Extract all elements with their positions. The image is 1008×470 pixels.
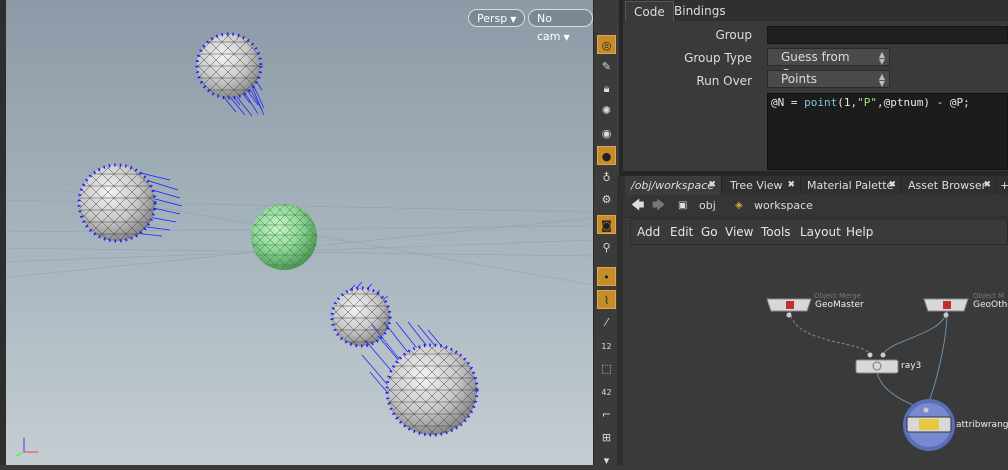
close-icon[interactable]: ✖ <box>708 176 716 195</box>
points-icon[interactable]: • <box>597 267 616 286</box>
group-type-label: Group Type <box>684 51 752 65</box>
code-token: ,@ptnum) - @P; <box>877 96 970 109</box>
tab-material-palette[interactable]: Material Palette ✖ <box>801 176 902 195</box>
close-icon[interactable]: ✖ <box>888 176 896 195</box>
vex-code-editor[interactable]: @N = point(1,"P",@ptnum) - @P; <box>767 93 1008 170</box>
sphere-left <box>77 163 183 243</box>
axis-gizmo <box>15 438 38 457</box>
path-workspace[interactable]: workspace <box>754 195 813 217</box>
node-geomaster[interactable]: GeoMaster <box>815 300 864 310</box>
code-string: "P" <box>857 96 877 109</box>
menu-go[interactable]: Go <box>701 220 718 244</box>
menu-add[interactable]: Add <box>637 220 660 244</box>
ghost-icon[interactable]: ✺ <box>597 101 616 120</box>
tab-bindings[interactable]: Bindings <box>666 1 734 21</box>
chevron-down-icon: ▼ <box>563 33 570 42</box>
network-tabs: /obj/workspace ✖ Tree View ✖ Material Pale… <box>623 176 1008 195</box>
node-attribwrangle1[interactable]: attribwrangle1 <box>956 420 1008 430</box>
chevron-down-icon: ▼ <box>510 15 517 24</box>
code-token: (1, <box>837 96 858 109</box>
obj-icon: ▣ <box>678 200 688 211</box>
handle-icon[interactable]: ◎ <box>597 35 616 54</box>
camera-icon[interactable]: ◙ <box>597 215 616 234</box>
tool-icon[interactable]: ⚙ <box>597 190 616 209</box>
network-wires <box>766 298 969 451</box>
camera-select-menu[interactable]: No cam ▼ <box>528 9 593 43</box>
close-icon[interactable]: ✖ <box>787 176 795 195</box>
grid-icon[interactable]: ⌐ <box>597 405 616 424</box>
flip-icon[interactable]: ⬚ <box>597 359 616 378</box>
menu-view[interactable]: View <box>725 220 753 244</box>
path-bar: 🡄 🡆 ▣ obj ◈ workspace <box>623 195 1008 218</box>
dropper-icon[interactable]: ⁄ <box>597 313 616 332</box>
run-over-dropdown[interactable]: Points ▲ ▼ <box>767 70 890 88</box>
node-type-label: Object M <box>973 292 1005 300</box>
network-menubar: Add Edit Go View Tools Layout Help <box>630 219 1008 245</box>
scene-viewport[interactable]: Persp ▼ No cam ▼ <box>0 0 593 465</box>
workspace-icon: ◈ <box>735 200 743 211</box>
node-type-label: Object Merge <box>814 292 861 300</box>
tab-label: /obj/workspace <box>631 179 715 192</box>
camera-view-menu[interactable]: Persp ▼ <box>468 9 526 27</box>
camera-view-label: Persp <box>477 12 508 25</box>
tab-label: Tree View <box>730 179 783 192</box>
node-geoother[interactable]: GeoOther <box>973 300 1008 310</box>
forward-arrow-icon[interactable]: 🡆 <box>652 195 665 217</box>
group-field[interactable] <box>767 26 1008 44</box>
sphere-green <box>251 204 317 270</box>
light-icon[interactable]: ● <box>597 146 616 165</box>
back-arrow-icon[interactable]: 🡄 <box>631 195 644 217</box>
vector-42-icon[interactable]: 42 <box>597 382 616 401</box>
close-icon[interactable]: ✖ <box>983 176 991 195</box>
scene-canvas[interactable] <box>0 0 593 465</box>
tab-obj-workspace[interactable]: /obj/workspace ✖ <box>625 176 722 195</box>
tab-asset-browser[interactable]: Asset Browser ✖ <box>902 176 997 195</box>
vector-42-label: 42 <box>601 388 612 397</box>
menu-tools[interactable]: Tools <box>761 220 791 244</box>
snap-grid-icon[interactable]: ⊞ <box>597 428 616 447</box>
menu-edit[interactable]: Edit <box>670 220 693 244</box>
display-icon[interactable]: ◉ <box>597 124 616 143</box>
menu-layout[interactable]: Layout <box>800 220 841 244</box>
lookthrough-icon[interactable]: ⚲ <box>597 238 616 257</box>
menu-help[interactable]: Help <box>846 220 873 244</box>
snap-icon[interactable]: ✎ <box>597 57 616 76</box>
lock-icon[interactable]: 🔒︎ <box>597 79 616 98</box>
sphere-top <box>195 32 265 117</box>
right-panel: Code Bindings Group Group Type Guess fro… <box>623 0 1008 465</box>
network-left-strip <box>617 176 623 465</box>
brush-icon[interactable]: ⌇ <box>597 290 616 309</box>
vector-12-label: 12 <box>601 342 612 351</box>
viewport-toolbar: ◎ ✎ 🔒︎ ✺ ◉ ● ♁ ⚙ ◙ ⚲ • ⌇ ⁄ 12 ⬚ 42 ⌐ ⊞ ▾ <box>593 0 620 467</box>
code-function: point <box>804 96 838 109</box>
chevron-down-icon[interactable]: ▾ <box>597 451 616 470</box>
tab-tree-view[interactable]: Tree View ✖ <box>724 176 801 195</box>
network-editor[interactable]: Object Merge GeoMaster Object M GeoOther… <box>623 245 1008 465</box>
group-type-dropdown[interactable]: Guess from Group ▲ ▼ <box>767 48 890 81</box>
viewport-left-edge <box>0 0 6 465</box>
tab-label: Asset Browser <box>908 179 987 192</box>
tab-label: Material Palette <box>807 179 894 192</box>
parameter-tabs: Code Bindings <box>623 0 1008 21</box>
path-obj[interactable]: obj <box>699 195 716 217</box>
run-over-value: Points <box>781 72 818 86</box>
vector-12-icon[interactable]: 12 <box>597 336 616 355</box>
chevron-down-icon: ▼ <box>878 57 885 66</box>
group-label: Group <box>715 28 752 42</box>
run-over-label: Run Over <box>696 74 752 88</box>
node-ray3[interactable]: ray3 <box>901 361 921 371</box>
code-token: @N = <box>771 96 805 109</box>
chevron-down-icon: ▼ <box>878 79 885 88</box>
bulb-icon[interactable]: ♁ <box>597 168 616 187</box>
add-tab-button[interactable]: + <box>998 176 1008 195</box>
